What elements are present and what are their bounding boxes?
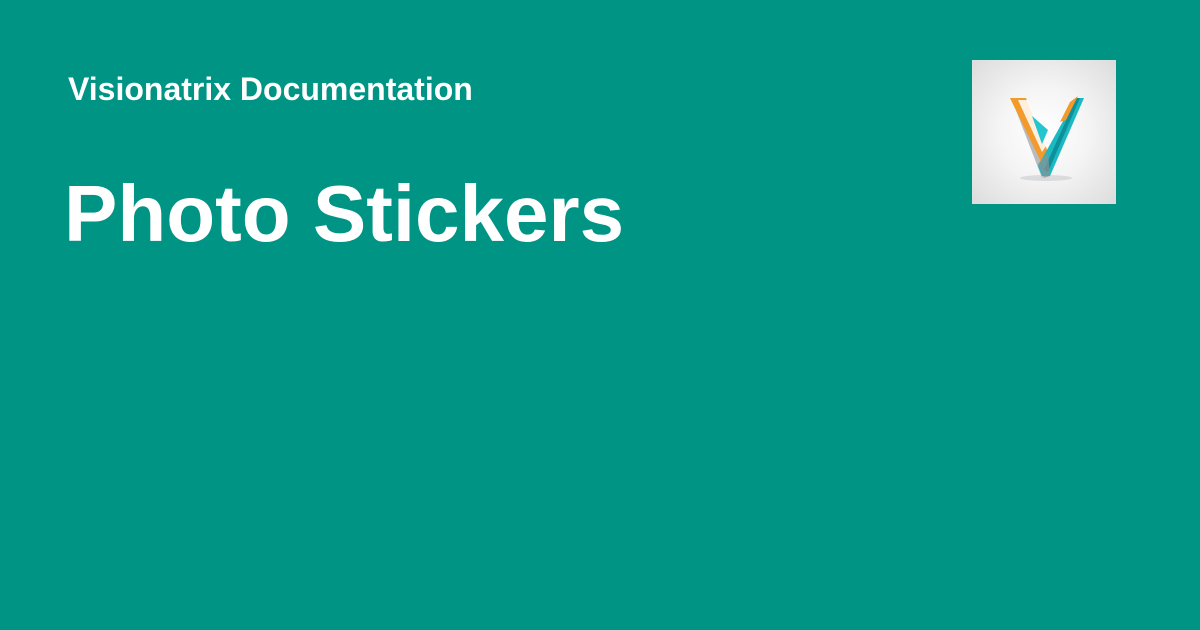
social-preview-card: Visionatrix Documentation Photo Stickers <box>0 0 1200 630</box>
site-name: Visionatrix Documentation <box>68 71 473 107</box>
page-title: Photo Stickers <box>64 169 625 258</box>
visionatrix-v-logo-icon <box>1010 96 1084 181</box>
logo-tile <box>972 60 1116 204</box>
